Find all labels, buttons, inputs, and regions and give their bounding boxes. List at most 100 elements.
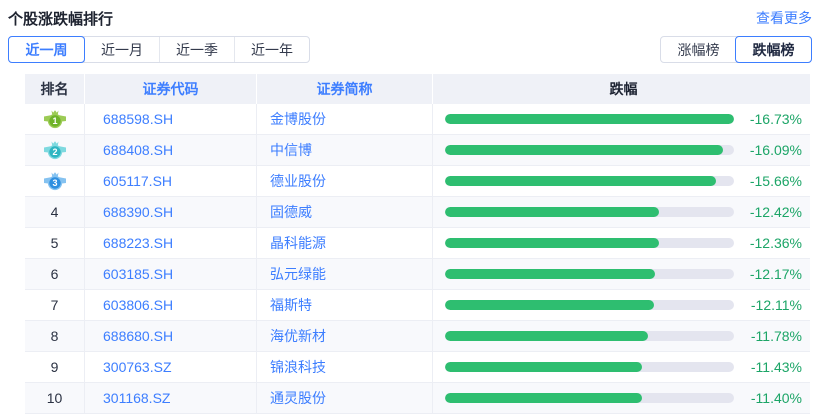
- rank-cell: 6: [25, 259, 85, 289]
- stock-name-link[interactable]: 固德威: [257, 197, 433, 227]
- change-cell: -12.17%: [433, 259, 810, 289]
- change-cell: -15.66%: [433, 166, 810, 196]
- decline-percent: -11.78%: [750, 328, 802, 344]
- panel-topbar: 个股涨跌幅排行 查看更多: [0, 0, 820, 28]
- decline-percent: -16.09%: [749, 142, 802, 158]
- decline-bar-track: [445, 300, 734, 310]
- decline-bar-fill: [445, 269, 656, 279]
- decline-bar-fill: [445, 145, 724, 155]
- decline-percent: -12.42%: [749, 204, 802, 220]
- rank-cell: 5: [25, 228, 85, 258]
- stock-code-link[interactable]: 605117.SH: [85, 166, 257, 196]
- decline-bar-track: [445, 269, 734, 279]
- change-cell: -12.36%: [433, 228, 810, 258]
- rank-cell: 10: [25, 383, 85, 413]
- decline-percent: -11.40%: [750, 390, 802, 406]
- decline-bar-fill: [445, 362, 643, 372]
- header-change: 跌幅: [609, 81, 638, 97]
- stock-name-link[interactable]: 德业股份: [257, 166, 433, 196]
- stock-name-link[interactable]: 金博股份: [257, 104, 433, 134]
- rank-cell: 7: [25, 290, 85, 320]
- stock-name-link[interactable]: 福斯特: [257, 290, 433, 320]
- header-code: 证券代码: [85, 74, 257, 104]
- svg-text:1: 1: [52, 116, 57, 126]
- rank-cell: 3: [25, 166, 85, 196]
- period-tab-group: 近一周 近一月 近一季 近一年: [8, 36, 310, 63]
- ranking-table: 排名 证券代码 证券简称 跌幅 1 688598.SH 金博股份 -16.73%…: [25, 74, 810, 414]
- stock-code-link[interactable]: 300763.SZ: [85, 352, 257, 382]
- decline-bar-track: [445, 238, 734, 248]
- stock-code-link[interactable]: 688390.SH: [85, 197, 257, 227]
- period-tab-last-month[interactable]: 近一月: [84, 37, 159, 62]
- decline-bar-track: [445, 114, 734, 124]
- svg-text:2: 2: [52, 147, 57, 157]
- table-row: 5 688223.SH 晶科能源 -12.36%: [25, 228, 810, 259]
- board-tab-group: 涨幅榜 跌幅榜: [660, 36, 812, 63]
- change-cell: -11.43%: [433, 352, 810, 382]
- stock-name-link[interactable]: 通灵股份: [257, 383, 433, 413]
- table-body: 1 688598.SH 金博股份 -16.73% 2 688408.SH 中信博…: [25, 104, 810, 414]
- decline-bar-track: [445, 393, 734, 403]
- table-row: 10 301168.SZ 通灵股份 -11.40%: [25, 383, 810, 414]
- medal-2-icon: 2: [43, 140, 66, 159]
- change-cell: -11.78%: [433, 321, 810, 351]
- rank-cell: 8: [25, 321, 85, 351]
- decline-bar-fill: [445, 238, 659, 248]
- table-row: 6 603185.SH 弘元绿能 -12.17%: [25, 259, 810, 290]
- decline-bar-track: [445, 145, 734, 155]
- period-tab-last-quarter[interactable]: 近一季: [159, 37, 234, 62]
- stock-name-link[interactable]: 锦浪科技: [257, 352, 433, 382]
- header-rank: 排名: [25, 74, 85, 104]
- decline-percent: -11.43%: [750, 359, 802, 375]
- controls-row: 近一周 近一月 近一季 近一年 涨幅榜 跌幅榜: [8, 36, 812, 63]
- board-tab-losers[interactable]: 跌幅榜: [735, 36, 812, 63]
- medal-1-icon: 1: [43, 109, 66, 128]
- decline-bar-track: [445, 331, 734, 341]
- stock-code-link[interactable]: 688598.SH: [85, 104, 257, 134]
- stock-code-link[interactable]: 603185.SH: [85, 259, 257, 289]
- stock-code-link[interactable]: 301168.SZ: [85, 383, 257, 413]
- page-title: 个股涨跌幅排行: [8, 10, 114, 28]
- table-row: 1 688598.SH 金博股份 -16.73%: [25, 104, 810, 135]
- table-row: 9 300763.SZ 锦浪科技 -11.43%: [25, 352, 810, 383]
- decline-bar-fill: [445, 393, 642, 403]
- rank-cell: 1: [25, 104, 85, 134]
- period-tab-last-week[interactable]: 近一周: [8, 36, 85, 63]
- table-row: 7 603806.SH 福斯特 -12.11%: [25, 290, 810, 321]
- stock-code-link[interactable]: 603806.SH: [85, 290, 257, 320]
- decline-percent: -16.73%: [749, 111, 802, 127]
- header-name: 证券简称: [257, 74, 433, 104]
- decline-percent: -12.17%: [749, 266, 802, 282]
- stock-name-link[interactable]: 晶科能源: [257, 228, 433, 258]
- view-more-link[interactable]: 查看更多: [756, 8, 812, 28]
- decline-bar-track: [445, 176, 734, 186]
- table-row: 2 688408.SH 中信博 -16.09%: [25, 135, 810, 166]
- period-tab-last-year[interactable]: 近一年: [234, 37, 309, 62]
- change-cell: -12.11%: [433, 290, 810, 320]
- decline-bar-track: [445, 207, 734, 217]
- board-tab-gainers[interactable]: 涨幅榜: [661, 37, 736, 62]
- decline-bar-fill: [445, 207, 660, 217]
- decline-bar-fill: [445, 331, 649, 341]
- change-cell: -16.09%: [433, 135, 810, 165]
- change-cell: -11.40%: [433, 383, 810, 413]
- stock-code-link[interactable]: 688223.SH: [85, 228, 257, 258]
- table-row: 4 688390.SH 固德威 -12.42%: [25, 197, 810, 228]
- stock-name-link[interactable]: 海优新材: [257, 321, 433, 351]
- decline-bar-fill: [445, 114, 734, 124]
- stock-code-link[interactable]: 688680.SH: [85, 321, 257, 351]
- table-row: 8 688680.SH 海优新材 -11.78%: [25, 321, 810, 352]
- stock-name-link[interactable]: 中信博: [257, 135, 433, 165]
- decline-bar-fill: [445, 176, 716, 186]
- stock-code-link[interactable]: 688408.SH: [85, 135, 257, 165]
- decline-percent: -15.66%: [749, 173, 802, 189]
- table-row: 3 605117.SH 德业股份 -15.66%: [25, 166, 810, 197]
- stock-name-link[interactable]: 弘元绿能: [257, 259, 433, 289]
- decline-bar-track: [445, 362, 734, 372]
- change-cell: -16.73%: [433, 104, 810, 134]
- decline-percent: -12.36%: [749, 235, 802, 251]
- decline-percent: -12.11%: [750, 297, 802, 313]
- svg-text:3: 3: [52, 178, 57, 188]
- change-cell: -12.42%: [433, 197, 810, 227]
- rank-cell: 4: [25, 197, 85, 227]
